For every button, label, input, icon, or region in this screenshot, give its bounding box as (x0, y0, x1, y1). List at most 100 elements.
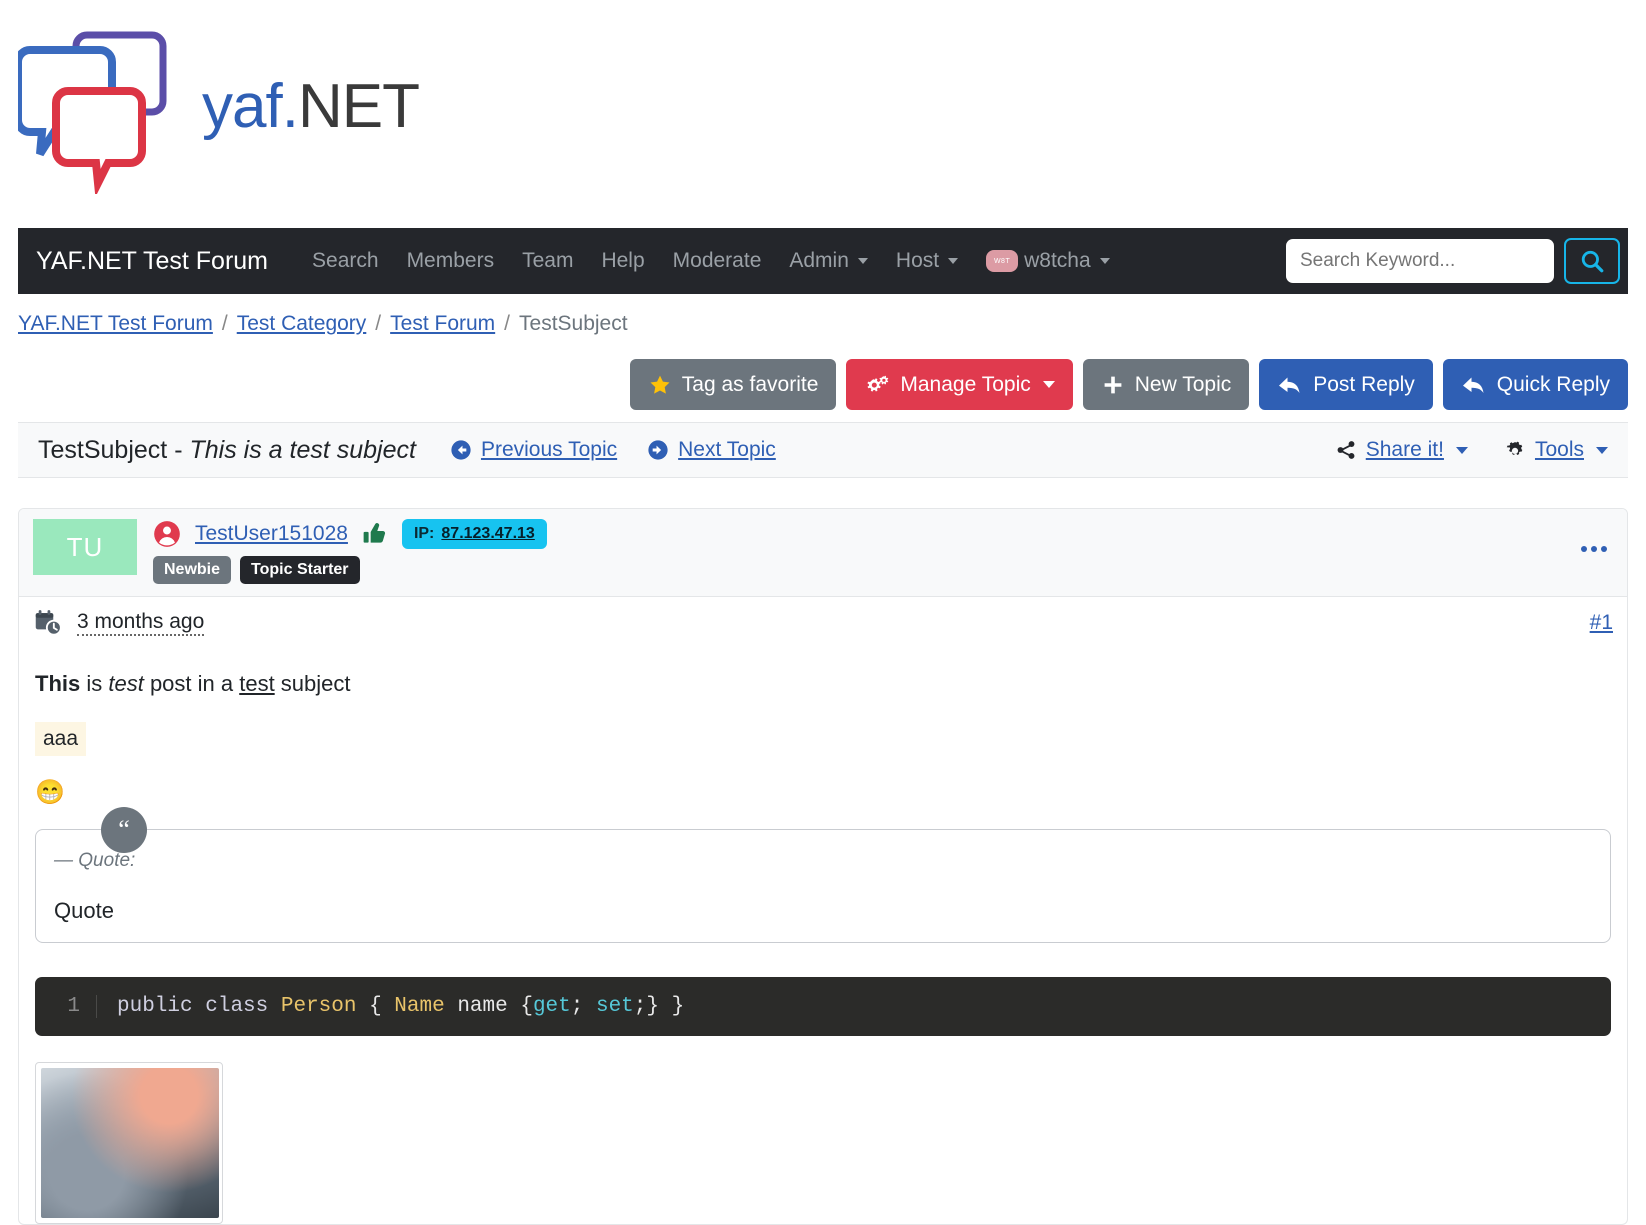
topic-action-toolbar: Tag as favorite Manage Topic New Topic P… (629, 359, 1628, 410)
nav-item-admin[interactable]: Admin (775, 249, 882, 273)
quote-box: — Quote: Quote (35, 829, 1611, 943)
post-text-plain: is (80, 671, 109, 696)
yafnet-logo-icon (14, 18, 186, 198)
post-text-bold: This (35, 671, 81, 696)
share-it-link[interactable]: Share it! (1335, 438, 1468, 462)
thumbs-up-icon[interactable] (362, 521, 388, 547)
tools-link[interactable]: Tools (1504, 438, 1608, 462)
nav-user-label: w8tcha (1024, 249, 1091, 272)
code-token: Person (280, 995, 357, 1018)
gear-icon (1506, 441, 1523, 456)
ip-label: IP: (413, 525, 435, 542)
site-logo[interactable]: yaf.NET (14, 18, 1646, 198)
navbar-brand[interactable]: YAF.NET Test Forum (36, 247, 268, 276)
quote-block: “ — Quote: Quote (35, 807, 1611, 943)
star-icon (650, 375, 670, 394)
tag-as-favorite-button[interactable]: Tag as favorite (629, 359, 837, 410)
search-input[interactable] (1286, 239, 1554, 283)
avatar[interactable]: TU (33, 519, 137, 575)
nav-item-label: Host (895, 249, 940, 272)
rank-badge: Newbie (153, 556, 232, 584)
post-author-link[interactable]: TestUser151028 (195, 522, 348, 546)
breadcrumb-item-forum-root[interactable]: YAF.NET Test Forum (18, 312, 213, 336)
topic-tools: Share it! Tools (1335, 438, 1608, 462)
post-body: This is test post in a test subject aaa … (19, 649, 1627, 1224)
topic-title-separator: - (167, 435, 190, 464)
button-label: Manage Topic (900, 372, 1031, 396)
nav-item-user-menu[interactable]: W8T w8tcha (972, 249, 1124, 273)
topic-name: TestSubject (38, 435, 168, 464)
button-label: New Topic (1134, 372, 1232, 396)
chevron-down-icon (857, 258, 868, 264)
post-text-plain: subject (274, 671, 351, 696)
code-content: public class Person { Name name {get; se… (97, 995, 684, 1018)
logo-text-net: NET (297, 71, 420, 141)
chevron-down-icon (1042, 381, 1055, 388)
calendar-clock-icon (35, 610, 62, 636)
post-attachment[interactable] (35, 1062, 223, 1224)
nav-item-label: Admin (789, 249, 849, 272)
share-nodes-icon (1337, 441, 1355, 459)
post-meta-row: 3 months ago #1 (19, 596, 1627, 649)
link-label: Share it! (1365, 438, 1444, 461)
post-options-button[interactable] (1579, 531, 1609, 559)
nav-item-host[interactable]: Host (882, 249, 972, 273)
nav-item-label: Help (601, 249, 645, 272)
link-label: Tools (1534, 438, 1584, 461)
search-button[interactable] (1564, 238, 1620, 284)
code-token: name { (444, 995, 533, 1018)
button-label: Quick Reply (1496, 372, 1610, 396)
quick-reply-button[interactable]: Quick Reply (1442, 359, 1628, 410)
nav-item-label: Search (312, 249, 379, 272)
code-token: ; (570, 995, 596, 1018)
arrow-circle-right-icon (648, 440, 668, 460)
nav-item-help[interactable]: Help (587, 249, 658, 273)
nav-item-label: Team (522, 249, 574, 272)
poster-identity-row: TestUser151028 IP: 87.123.47.13 (153, 519, 547, 549)
code-token: { (356, 995, 395, 1018)
breadcrumb-item-current: TestSubject (519, 312, 628, 335)
navbar-search-area (1286, 238, 1628, 284)
code-token: Name (394, 995, 445, 1018)
ip-value[interactable]: 87.123.47.13 (441, 525, 534, 543)
nav-item-moderate[interactable]: Moderate (659, 249, 776, 273)
topic-description: This is a test subject (189, 435, 416, 464)
code-token: public (117, 995, 193, 1018)
post-reply-button[interactable]: Post Reply (1259, 359, 1433, 410)
post-highlight-block: aaa (35, 722, 1611, 756)
user-circle-icon (154, 521, 180, 547)
logo-text-yaf: yaf (202, 71, 283, 141)
post-number-link[interactable]: #1 (1590, 611, 1613, 635)
nav-item-team[interactable]: Team (508, 249, 587, 273)
highlighted-text: aaa (35, 722, 87, 756)
button-label: Post Reply (1313, 372, 1415, 396)
topic-header-bar: TestSubject - This is a test subject Pre… (18, 422, 1628, 478)
next-topic-link[interactable]: Next Topic (647, 438, 776, 462)
previous-topic-link[interactable]: Previous Topic (450, 438, 617, 462)
new-topic-button[interactable]: New Topic (1082, 359, 1250, 410)
chevron-down-icon (1455, 446, 1468, 454)
breadcrumb-separator: / (221, 312, 228, 335)
attachment-image[interactable] (41, 1068, 219, 1218)
quote-citation: — Quote: (54, 850, 136, 871)
manage-topic-button[interactable]: Manage Topic (846, 359, 1073, 410)
ip-badge[interactable]: IP: 87.123.47.13 (401, 519, 547, 549)
logo-text-dot: . (281, 71, 299, 141)
post-header: TU TestUser151028 IP: 87.123.47.13 Newbi… (19, 509, 1627, 596)
link-label: Next Topic (678, 438, 776, 461)
search-icon (1581, 250, 1604, 273)
nav-item-members[interactable]: Members (393, 249, 509, 273)
breadcrumb-separator: / (504, 312, 511, 335)
post-timestamp[interactable]: 3 months ago (77, 610, 205, 636)
code-token: set (595, 995, 634, 1018)
breadcrumb-item-category[interactable]: Test Category (237, 312, 367, 336)
code-token: ;} } (633, 995, 685, 1018)
topic-starter-badge: Topic Starter (240, 556, 360, 584)
code-token: get (532, 995, 571, 1018)
navbar-links: Search Members Team Help Moderate Admin … (298, 249, 1124, 273)
post-card: TU TestUser151028 IP: 87.123.47.13 Newbi… (18, 508, 1628, 1225)
arrow-circle-left-icon (451, 440, 471, 460)
nav-item-search[interactable]: Search (298, 249, 393, 273)
breadcrumb-item-forum[interactable]: Test Forum (390, 312, 495, 336)
ellipsis-icon (1581, 546, 1607, 552)
